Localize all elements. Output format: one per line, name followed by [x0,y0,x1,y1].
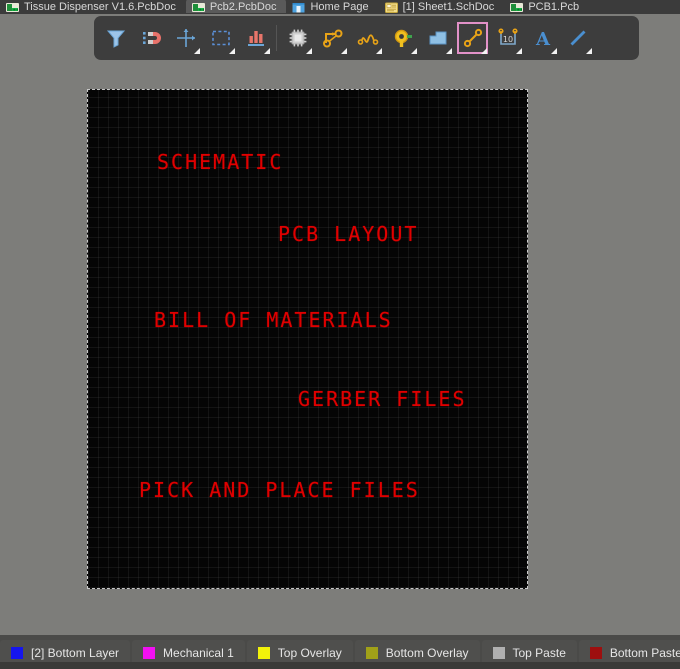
dropdown-arrow-icon[interactable] [481,48,487,54]
magnet-snap-button[interactable] [133,20,168,56]
dropdown-arrow-icon[interactable] [306,48,312,54]
dropdown-arrow-icon[interactable] [551,48,557,54]
dropdown-arrow-icon[interactable] [194,48,200,54]
magnet-snap-icon [140,27,162,49]
crosshair-place-button[interactable] [168,20,203,56]
layer-tab-label: Bottom Overlay [385,645,469,660]
place-component-bars-icon [245,27,267,49]
dropdown-arrow-icon[interactable] [516,48,522,54]
diagonal-line-button[interactable] [560,20,595,56]
svg-text:10: 10 [502,35,512,44]
ic-chip-button[interactable] [280,20,315,56]
line-route-button[interactable] [455,20,490,56]
diagonal-line-icon [567,27,589,49]
document-tab-label: [1] Sheet1.SchDoc [402,1,495,13]
pcb-placement-toolbar: 10 A [94,16,639,60]
silkscreen-text[interactable]: PICK AND PLACE FILES [139,478,420,502]
line-route-icon [462,27,484,49]
pcb-editor-window: Tissue Dispenser V1.6.PcbDoc Pcb2.PcbDoc H… [0,0,680,669]
dropdown-arrow-icon[interactable] [229,48,235,54]
schematic-document-icon [384,2,398,13]
document-tab-2[interactable]: Home Page [286,0,378,13]
silkscreen-text[interactable]: BILL OF MATERIALS [154,308,393,332]
dropdown-arrow-icon[interactable] [586,48,592,54]
crosshair-place-icon [175,27,197,49]
layer-tab-label: Bottom Paste [609,645,680,660]
via-pad-icon [392,27,414,49]
document-tab-bar: Tissue Dispenser V1.6.PcbDoc Pcb2.PcbDoc H… [0,0,680,14]
layerbar-bottom-strip [0,662,680,669]
dropdown-arrow-icon[interactable] [264,48,270,54]
pcb-board-outline[interactable]: SCHEMATIC PCB LAYOUT BILL OF MATERIALS GERB… [87,89,528,589]
route-trace-button[interactable] [315,20,350,56]
home-page-icon [292,2,305,13]
dropdown-arrow-icon[interactable] [411,48,417,54]
document-tab-label: PCB1.Pcb [528,1,580,13]
document-tab-label: Pcb2.PcbDoc [209,1,277,13]
layer-color-swatch [257,646,270,659]
layer-tab-label: Top Overlay [277,645,342,660]
document-tab-label: Tissue Dispenser V1.6.PcbDoc [24,1,176,13]
dimension-button[interactable]: 10 [490,20,525,56]
svg-text:A: A [535,29,551,49]
document-tab-3[interactable]: [1] Sheet1.SchDoc [379,0,505,13]
layer-tab-label: Top Paste [512,645,566,660]
dropdown-arrow-icon[interactable] [446,48,452,54]
pcb-document-icon [191,2,205,13]
editor-canvas[interactable]: SCHEMATIC PCB LAYOUT BILL OF MATERIALS GERB… [0,60,680,635]
route-trace-icon [322,27,344,49]
layer-color-swatch [492,646,505,659]
layer-tab-bar: [2] Bottom Layer Mechanical 1 Top Overlay B… [0,635,680,669]
document-tab-1[interactable]: Pcb2.PcbDoc [185,0,287,13]
document-tab-label: Home Page [310,1,369,13]
layer-tab-label: [2] Bottom Layer [31,645,120,660]
toolbar-separator [276,25,277,51]
dropdown-arrow-icon[interactable] [341,48,347,54]
via-pad-button[interactable] [385,20,420,56]
silkscreen-text[interactable]: SCHEMATIC [157,150,283,174]
layer-color-swatch [143,646,156,659]
layer-color-swatch [589,646,602,659]
dropdown-arrow-icon[interactable] [376,48,382,54]
selection-rectangle-button[interactable] [203,20,238,56]
place-component-bars-button[interactable] [238,20,273,56]
text-string-button[interactable]: A [525,20,560,56]
filter-button[interactable] [98,20,133,56]
pcb-document-icon [510,2,524,13]
layer-color-swatch [11,646,23,659]
silkscreen-text[interactable]: GERBER FILES [298,387,467,411]
text-string-icon: A [532,27,554,50]
silkscreen-text[interactable]: PCB LAYOUT [278,222,418,246]
selection-rectangle-icon [210,27,232,49]
filter-icon [105,27,127,49]
document-tab-0[interactable]: Tissue Dispenser V1.6.PcbDoc [0,0,186,13]
layer-tab-label: Mechanical 1 [163,645,234,660]
dimension-icon: 10 [497,27,519,49]
differential-pair-route-button[interactable] [350,20,385,56]
polygon-pour-button[interactable] [420,20,455,56]
document-tab-4[interactable]: PCB1.Pcb [504,0,589,13]
polygon-pour-icon [427,27,449,49]
differential-pair-route-icon [357,27,379,49]
pcb-document-icon [6,2,19,13]
layer-color-swatch [365,646,378,659]
ic-chip-icon [287,27,309,49]
